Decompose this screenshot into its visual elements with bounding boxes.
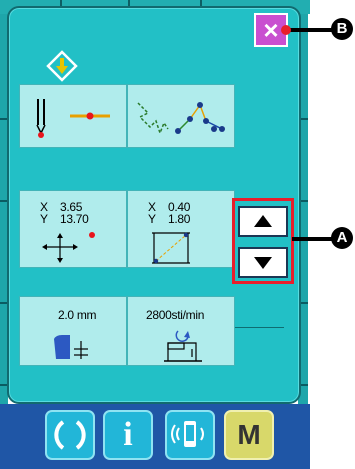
info-icon: i <box>123 416 133 453</box>
scale-size-cell[interactable]: X Y 0.40 1.80 <box>127 190 235 268</box>
scroll-up-button[interactable] <box>238 206 288 237</box>
move-amount-cell[interactable]: X Y 3.65 13.70 <box>19 190 127 268</box>
pattern-shape-cell[interactable] <box>127 84 235 148</box>
arrow-down-icon <box>254 257 272 269</box>
mode-label: M <box>237 419 261 450</box>
communication-button[interactable] <box>165 410 215 460</box>
information-button[interactable]: i <box>103 410 153 460</box>
callout-a-line <box>292 237 332 241</box>
y-label: Y <box>148 212 157 226</box>
scroll-down-button[interactable] <box>238 247 288 278</box>
needle-position-cell[interactable] <box>19 84 127 148</box>
y-label: Y <box>40 212 49 226</box>
origin-move-icon <box>46 50 78 82</box>
communication-icon <box>171 421 204 447</box>
scale-box-icon <box>152 232 190 264</box>
ready-button[interactable] <box>45 410 95 460</box>
mode-button[interactable]: M <box>224 410 274 460</box>
feed-pitch-icon <box>54 335 88 359</box>
stitch-pitch-cell[interactable]: 2.0 mm <box>19 296 127 366</box>
callout-b-line <box>285 28 333 32</box>
pitch-value: 2.0 mm <box>58 308 97 322</box>
ready-icon <box>54 420 86 450</box>
needle-icon <box>36 99 110 138</box>
speed-value: 2800sti/min <box>146 308 205 322</box>
sewing-speed-cell[interactable]: 2800sti/min <box>127 296 235 366</box>
move-crosshair-icon <box>42 232 95 263</box>
callout-b: B <box>331 18 353 40</box>
callout-b-dot <box>281 25 291 35</box>
sewing-machine-icon <box>164 330 202 362</box>
zigzag-pattern-icon <box>137 102 225 136</box>
size-y-value: 1.80 <box>168 212 191 226</box>
callout-a: A <box>331 227 353 249</box>
move-y-value: 13.70 <box>60 212 89 226</box>
arrow-up-icon <box>254 215 272 227</box>
